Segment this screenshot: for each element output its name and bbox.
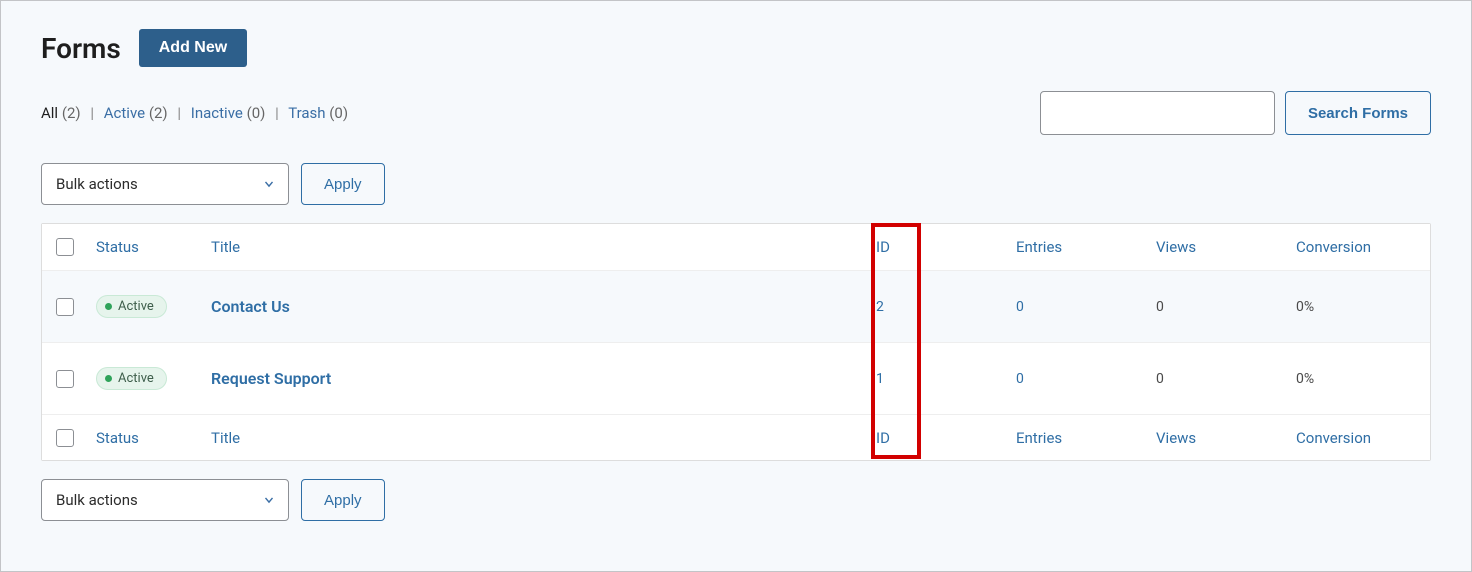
form-title-link[interactable]: Contact Us bbox=[211, 297, 290, 316]
filter-label: Trash bbox=[288, 104, 325, 122]
bulk-select-label: Bulk actions bbox=[56, 491, 138, 509]
entries-link[interactable]: 0 bbox=[1016, 299, 1024, 315]
forms-table: Status Title ID Entries Views Conversion… bbox=[41, 223, 1431, 461]
select-all-checkbox-bottom[interactable] bbox=[56, 429, 74, 447]
col-footer-id[interactable]: ID bbox=[876, 429, 1016, 447]
form-id: 2 bbox=[876, 299, 884, 315]
chevron-down-icon bbox=[262, 177, 276, 191]
status-badge[interactable]: Active bbox=[96, 295, 167, 318]
bulk-select-label: Bulk actions bbox=[56, 175, 138, 193]
filter-all[interactable]: All (2) bbox=[41, 104, 84, 122]
bulk-actions-top: Bulk actions Apply bbox=[41, 163, 1431, 205]
filter-count: (2) bbox=[149, 104, 168, 122]
table-row: Active Request Support 1 0 0 0% bbox=[42, 342, 1430, 414]
filter-active[interactable]: Active (2) bbox=[104, 104, 172, 122]
filter-trash[interactable]: Trash (0) bbox=[288, 104, 348, 122]
filter-count: (0) bbox=[247, 104, 266, 122]
conversion-value: 0% bbox=[1296, 299, 1314, 315]
form-title-link[interactable]: Request Support bbox=[211, 369, 331, 388]
search-button[interactable]: Search Forms bbox=[1285, 91, 1431, 135]
bulk-actions-bottom: Bulk actions Apply bbox=[41, 479, 1431, 521]
row-checkbox[interactable] bbox=[56, 370, 74, 388]
col-header-entries[interactable]: Entries bbox=[1016, 238, 1156, 256]
table-footer: Status Title ID Entries Views Conversion bbox=[42, 414, 1430, 460]
table-header: Status Title ID Entries Views Conversion bbox=[42, 224, 1430, 270]
views-value: 0 bbox=[1156, 299, 1164, 315]
views-value: 0 bbox=[1156, 371, 1164, 387]
filter-count: (0) bbox=[329, 104, 348, 122]
bulk-actions-select[interactable]: Bulk actions bbox=[41, 163, 289, 205]
separator: | bbox=[275, 104, 279, 122]
apply-button[interactable]: Apply bbox=[301, 479, 385, 521]
col-header-views[interactable]: Views bbox=[1156, 238, 1296, 256]
table-wrap: Status Title ID Entries Views Conversion… bbox=[41, 223, 1431, 461]
search-input[interactable] bbox=[1040, 91, 1275, 135]
separator: | bbox=[90, 104, 94, 122]
col-footer-title[interactable]: Title bbox=[211, 429, 876, 447]
chevron-down-icon bbox=[262, 493, 276, 507]
page-header: Forms Add New bbox=[41, 29, 1431, 67]
entries-link[interactable]: 0 bbox=[1016, 371, 1024, 387]
status-dot-icon bbox=[105, 303, 112, 310]
search-area: Search Forms bbox=[1040, 91, 1431, 135]
filter-label: All bbox=[41, 104, 58, 122]
filter-label: Active bbox=[104, 104, 145, 122]
filter-count: (2) bbox=[62, 104, 81, 122]
apply-button[interactable]: Apply bbox=[301, 163, 385, 205]
col-footer-views[interactable]: Views bbox=[1156, 429, 1296, 447]
filter-views: All (2) | Active (2) | Inactive (0) | Tr… bbox=[41, 104, 348, 122]
filter-inactive[interactable]: Inactive (0) bbox=[191, 104, 269, 122]
col-header-conversion[interactable]: Conversion bbox=[1296, 238, 1416, 256]
table-row: Active Contact Us 2 0 0 0% bbox=[42, 270, 1430, 342]
conversion-value: 0% bbox=[1296, 371, 1314, 387]
page-title: Forms bbox=[41, 32, 121, 65]
col-header-title[interactable]: Title bbox=[211, 238, 876, 256]
status-text: Active bbox=[118, 371, 154, 386]
col-header-id[interactable]: ID bbox=[876, 238, 1016, 256]
status-dot-icon bbox=[105, 375, 112, 382]
filter-label: Inactive bbox=[191, 104, 243, 122]
row-checkbox[interactable] bbox=[56, 298, 74, 316]
col-footer-entries[interactable]: Entries bbox=[1016, 429, 1156, 447]
col-footer-status[interactable]: Status bbox=[96, 429, 211, 447]
topbar: All (2) | Active (2) | Inactive (0) | Tr… bbox=[41, 91, 1431, 135]
select-all-checkbox[interactable] bbox=[56, 238, 74, 256]
add-new-button[interactable]: Add New bbox=[139, 29, 247, 67]
status-text: Active bbox=[118, 299, 154, 314]
form-id: 1 bbox=[876, 371, 884, 387]
status-badge[interactable]: Active bbox=[96, 367, 167, 390]
page-container: Forms Add New All (2) | Active (2) | Ina… bbox=[0, 0, 1472, 572]
separator: | bbox=[177, 104, 181, 122]
col-header-status[interactable]: Status bbox=[96, 238, 211, 256]
col-footer-conversion[interactable]: Conversion bbox=[1296, 429, 1416, 447]
bulk-actions-select[interactable]: Bulk actions bbox=[41, 479, 289, 521]
